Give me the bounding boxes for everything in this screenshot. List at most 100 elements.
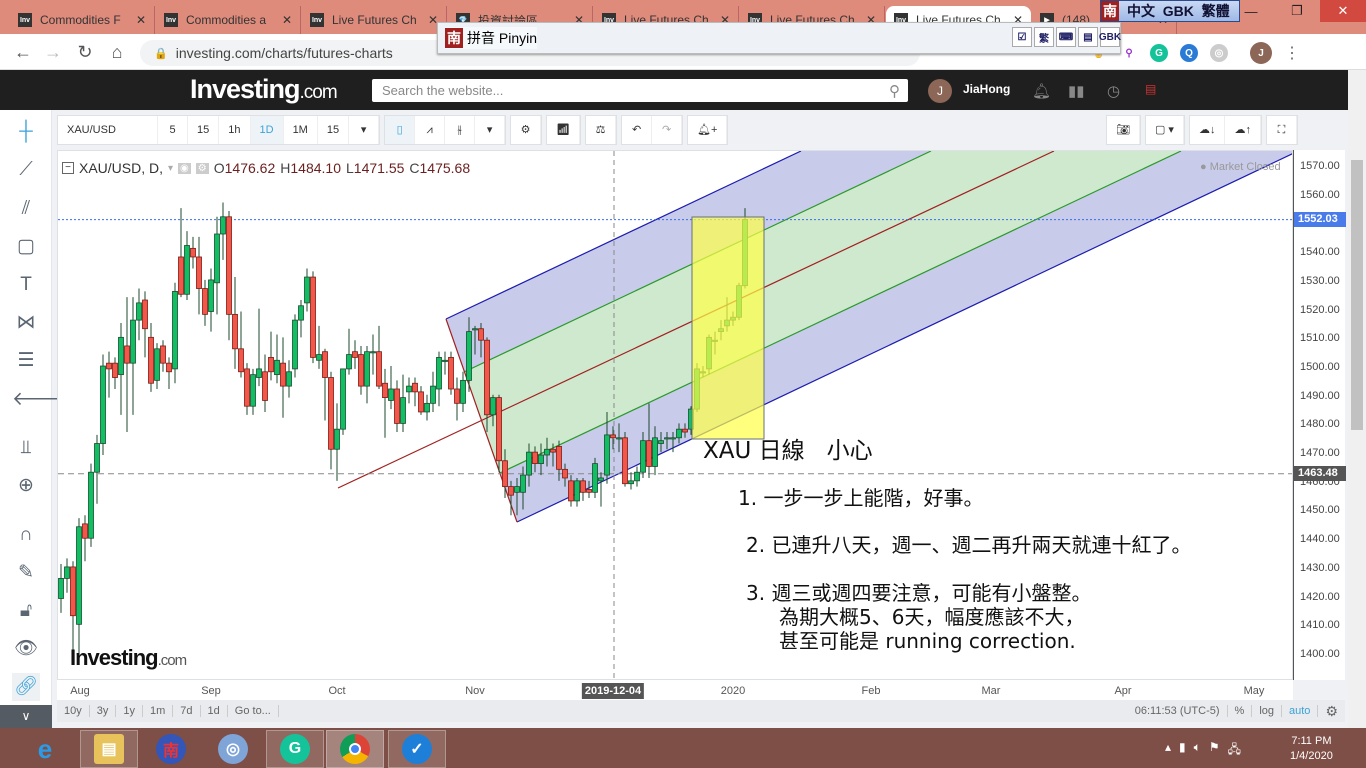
us-flag-icon[interactable]: ▤: [1145, 82, 1156, 96]
range-button[interactable]: 1m: [143, 705, 174, 717]
bell-icon[interactable]: 🔔︎: [1032, 82, 1051, 100]
chart-type-dropdown-icon[interactable]: ▾: [475, 116, 506, 144]
pattern-icon[interactable]: ⋈: [12, 309, 40, 337]
area-chart-icon[interactable]: ⩘: [415, 116, 446, 144]
trend-line-icon[interactable]: ⟋: [12, 156, 40, 184]
range-button[interactable]: 10y: [57, 705, 90, 717]
range-button[interactable]: 3y: [90, 705, 117, 717]
site-logo[interactable]: Investing.com: [190, 74, 338, 105]
text-icon[interactable]: T: [12, 271, 40, 299]
annotation-note-1[interactable]: 1. 一步一步上能階，好事。: [738, 482, 983, 511]
color-swatch[interactable]: ▢ ▾: [1146, 116, 1184, 144]
range-button[interactable]: Go to...: [228, 705, 279, 717]
file-explorer-icon[interactable]: ▤: [80, 730, 138, 768]
action-center-icon[interactable]: ⚑: [1209, 740, 1220, 761]
chromium-icon[interactable]: ◎: [204, 730, 262, 768]
menu-kebab-icon[interactable]: ⋮: [1284, 43, 1300, 63]
cloud-upload-icon[interactable]: ☁↑: [1225, 116, 1261, 144]
indicators-icon[interactable]: 📶︎: [547, 116, 581, 144]
range-button[interactable]: 7d: [173, 705, 201, 717]
browser-tab[interactable]: Inv Commodities F ✕: [10, 6, 155, 34]
interval-button[interactable]: 15: [188, 116, 220, 144]
annotation-note-3-line-3[interactable]: 甚至可能是 running correction.: [779, 625, 1076, 654]
system-clock[interactable]: 7:11 PM 1/4/2020: [1290, 735, 1333, 762]
browser-tab[interactable]: Inv Commodities a ✕: [156, 6, 301, 34]
axis-settings-gear-icon[interactable]: ⚙: [1318, 703, 1345, 720]
ime-button[interactable]: ⌨: [1056, 27, 1076, 47]
portfolio-icon[interactable]: ▮▮: [1068, 82, 1085, 100]
lens-extension-icon[interactable]: Q: [1180, 44, 1198, 62]
search-icon[interactable]: ⚲: [889, 82, 900, 100]
collapse-legend-icon[interactable]: −: [62, 162, 74, 174]
camera-icon[interactable]: 📷︎: [1107, 116, 1140, 144]
tray-expand-icon[interactable]: ▴: [1165, 740, 1171, 761]
messenger-app-icon[interactable]: ✓: [388, 730, 446, 768]
annotation-title[interactable]: XAU 日線 小心: [703, 431, 873, 465]
cloud-download-icon[interactable]: ☁↓: [1190, 116, 1226, 144]
ime-button[interactable]: ☑: [1012, 27, 1032, 47]
back-button[interactable]: ←: [12, 42, 34, 64]
ime-button[interactable]: GBK: [1099, 27, 1121, 47]
price-chart[interactable]: [58, 151, 1293, 680]
volume-icon[interactable]: 🔈︎: [1194, 740, 1201, 761]
ime-button[interactable]: ▤: [1078, 27, 1098, 47]
grammarly-icon[interactable]: G: [1150, 44, 1168, 62]
interval-button[interactable]: 15: [318, 116, 350, 144]
interval-button[interactable]: 1D: [250, 116, 284, 144]
legend-settings-icon[interactable]: ⚙: [195, 162, 209, 174]
tray-device-icon[interactable]: ▮: [1179, 740, 1186, 761]
interval-button[interactable]: 1h: [219, 116, 251, 144]
pitchfork-icon[interactable]: ⫽: [12, 195, 40, 223]
magnet-icon[interactable]: ∩: [12, 521, 40, 549]
time-axis[interactable]: Aug Sep Oct Nov 2019-12-04 2020 Feb Mar …: [57, 680, 1293, 700]
interval-dropdown-icon[interactable]: ▾: [349, 116, 380, 144]
close-window-button[interactable]: ✕: [1320, 0, 1366, 22]
redo-icon[interactable]: ↷: [652, 116, 683, 144]
auto-scale-toggle[interactable]: auto: [1282, 705, 1319, 717]
range-button[interactable]: 1y: [116, 705, 143, 717]
bars-icon[interactable]: ⫳: [445, 116, 476, 144]
lock-drawings-icon[interactable]: ✎: [12, 559, 40, 587]
clock-icon[interactable]: ◷: [1107, 82, 1120, 100]
settings-gear-icon[interactable]: ⚙: [511, 116, 542, 144]
highlight-rectangle[interactable]: [691, 216, 765, 440]
ball-extension-icon[interactable]: ◎: [1210, 44, 1228, 62]
chevron-down-icon[interactable]: ∨: [0, 705, 52, 728]
legend-dropdown-icon[interactable]: ▾: [168, 163, 173, 174]
profile-avatar[interactable]: J: [1250, 42, 1272, 64]
annotation-note-2[interactable]: 2. 已連升八天，週一、週二再升兩天就連十紅了。: [746, 529, 1191, 558]
user-name[interactable]: JiaHong: [963, 82, 1010, 96]
user-avatar[interactable]: J: [928, 79, 952, 103]
site-search-input[interactable]: Search the website... ⚲: [372, 79, 908, 102]
arrow-left-icon[interactable]: 🡐: [12, 386, 63, 414]
interval-button[interactable]: 5: [158, 116, 188, 144]
candles-icon[interactable]: ▯: [385, 116, 416, 144]
ime-button[interactable]: 繁: [1034, 27, 1054, 47]
network-icon[interactable]: 🖧︎: [1228, 740, 1241, 761]
ime-language-bar[interactable]: 南中文 GBK 繁體: [1100, 0, 1240, 22]
grammarly-app-icon[interactable]: G: [266, 730, 324, 768]
home-button[interactable]: ⌂: [106, 42, 128, 64]
zoom-in-icon[interactable]: ⊕: [12, 472, 40, 500]
measure-icon[interactable]: ⫫: [12, 434, 40, 462]
rectangle-icon[interactable]: ▢: [12, 233, 40, 261]
search-extension-icon[interactable]: ⚲: [1120, 44, 1138, 62]
eye-icon[interactable]: 👁︎: [12, 635, 40, 663]
ime-app-icon[interactable]: 南: [142, 730, 200, 768]
undo-icon[interactable]: ↶: [622, 116, 653, 144]
chrome-icon[interactable]: [326, 730, 384, 768]
percent-toggle[interactable]: %: [1228, 705, 1253, 717]
fib-icon[interactable]: ☰: [12, 347, 40, 375]
tab-close-icon[interactable]: ✕: [282, 13, 292, 27]
range-button[interactable]: 1d: [201, 705, 228, 717]
unlock-icon[interactable]: 🔓︎: [12, 597, 40, 625]
ime-mode[interactable]: 南拼音 Pinyin: [445, 27, 538, 49]
restore-button[interactable]: ❐: [1274, 0, 1320, 22]
add-alert-icon[interactable]: 🔔︎+: [688, 116, 728, 144]
browser-tab[interactable]: Inv Live Futures Ch ✕: [302, 6, 447, 34]
eye-toggle-icon[interactable]: ◉: [178, 162, 191, 174]
log-toggle[interactable]: log: [1252, 705, 1283, 717]
compare-scales-icon[interactable]: ⚖: [586, 116, 617, 144]
tab-close-icon[interactable]: ✕: [136, 13, 146, 27]
reload-button[interactable]: ↻: [74, 42, 96, 64]
